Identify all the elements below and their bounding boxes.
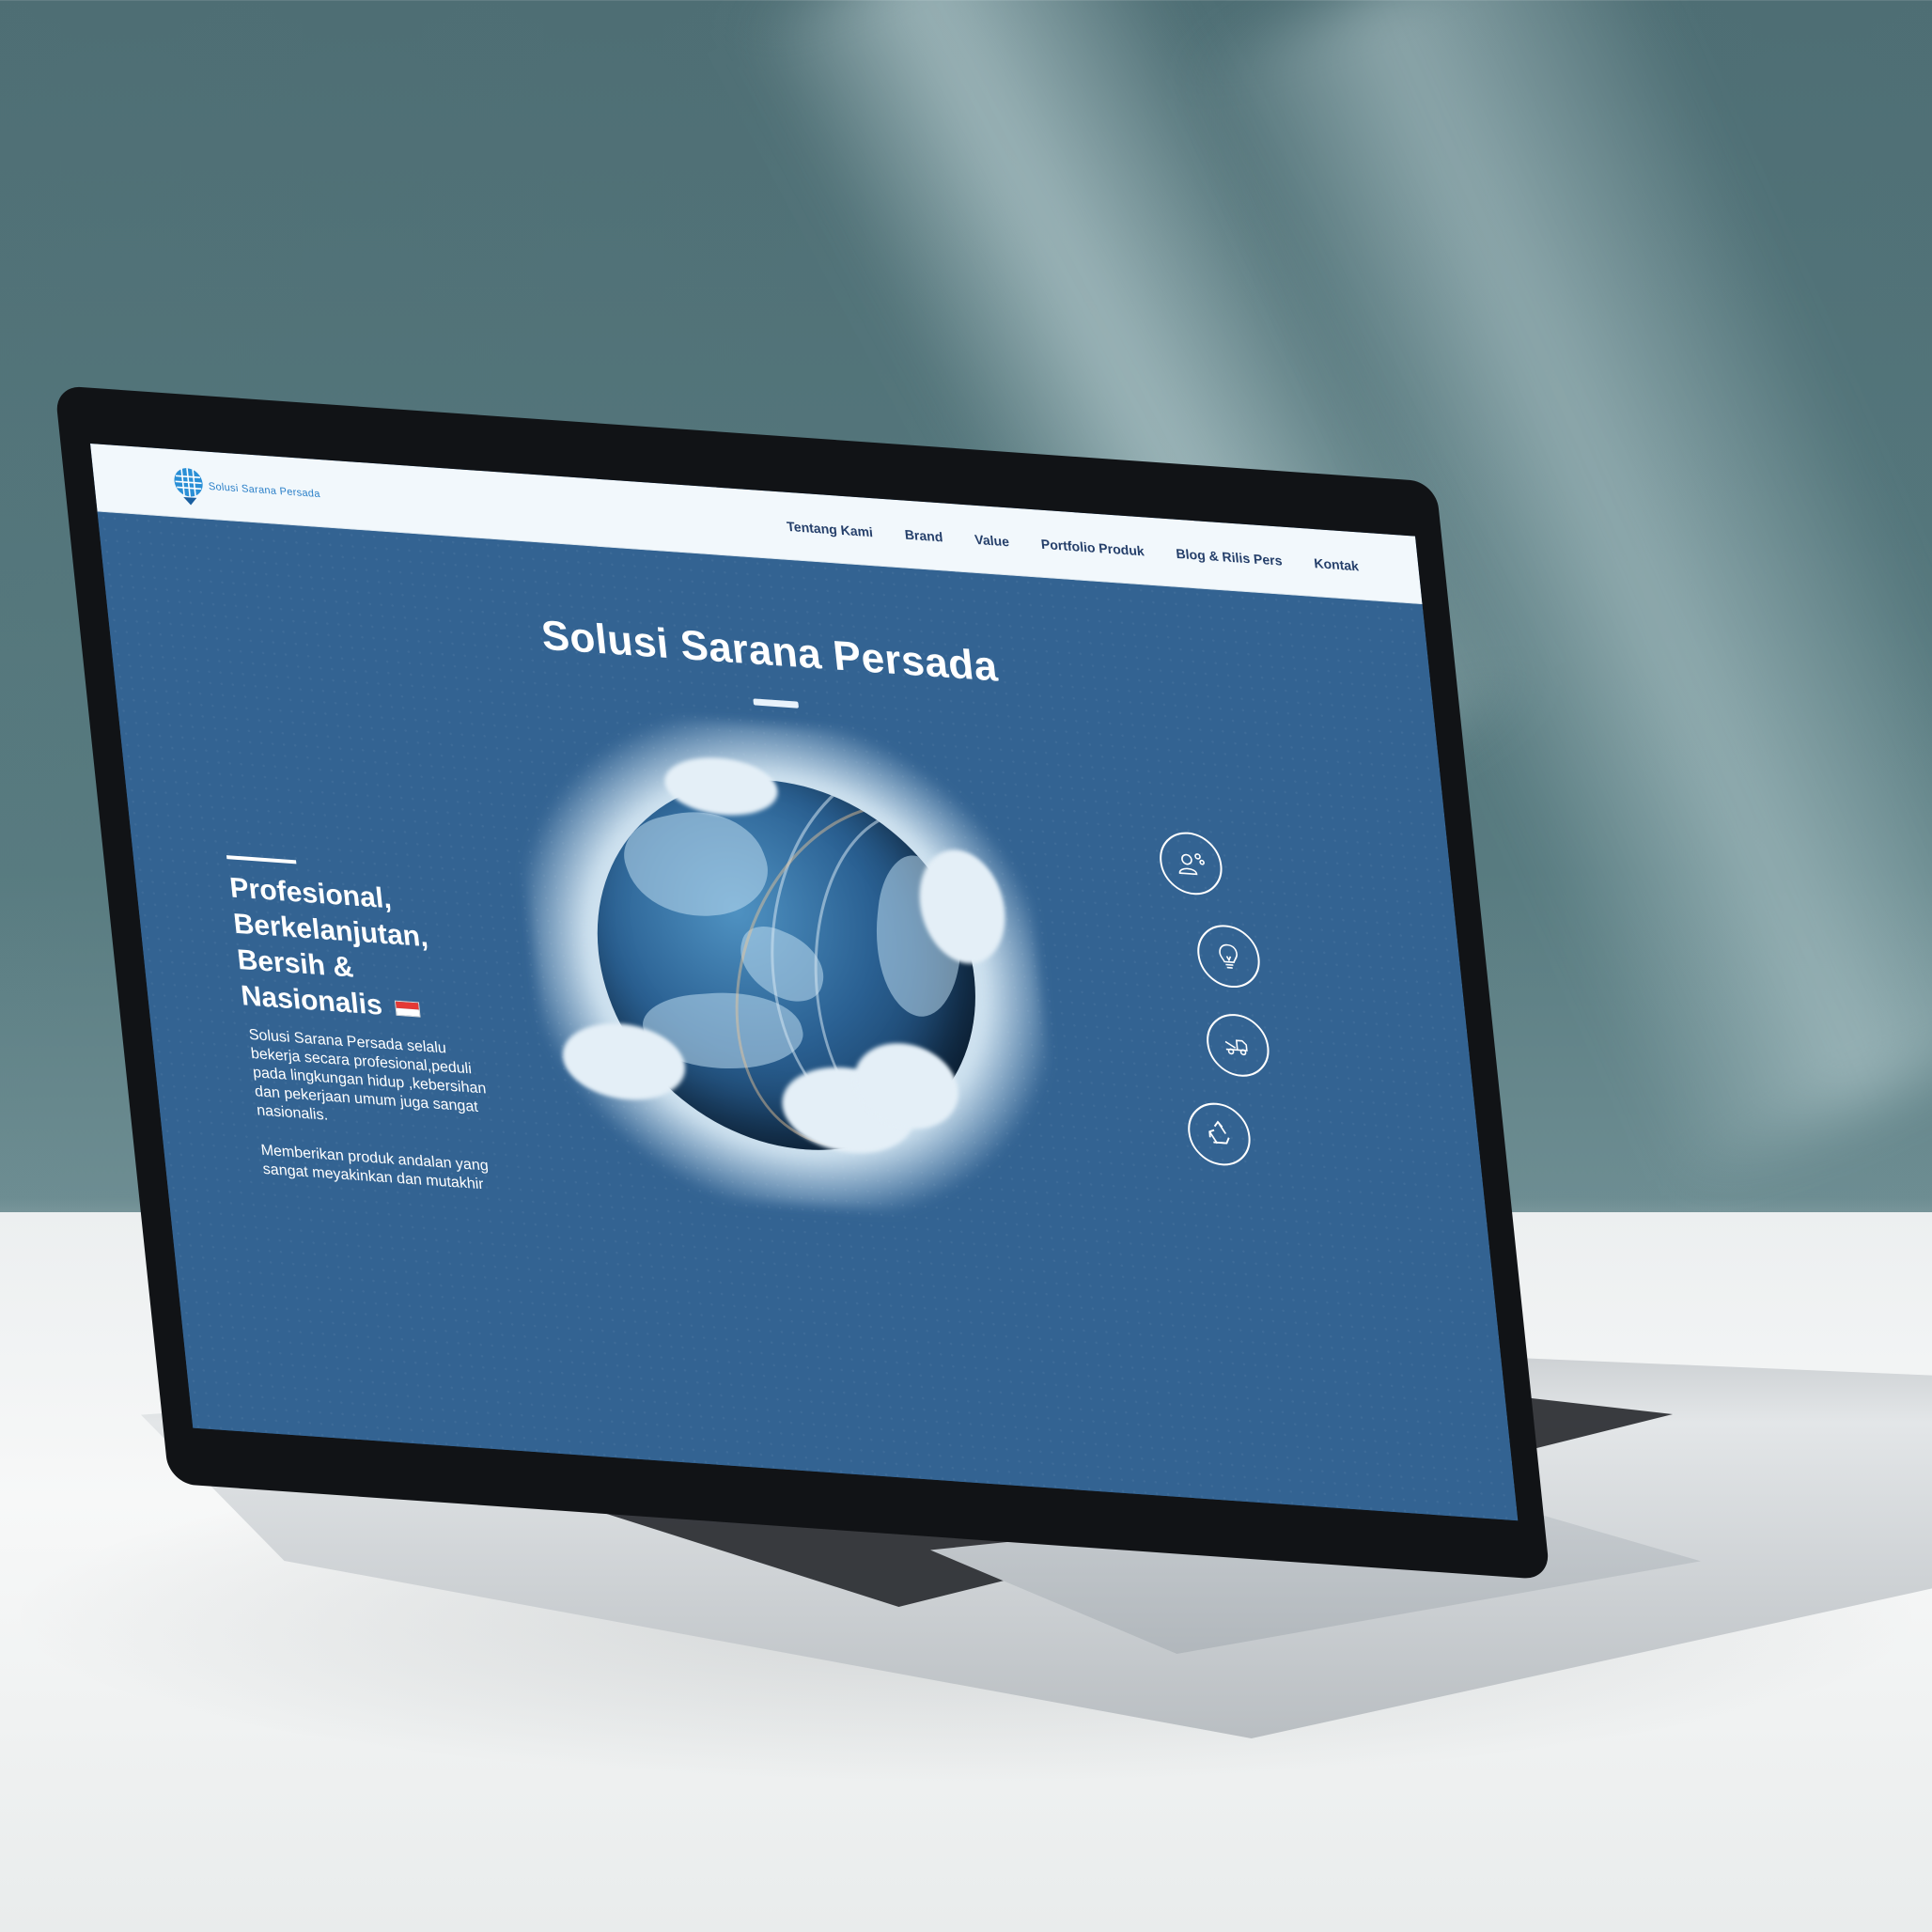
feature-recycle-button[interactable] <box>1184 1100 1254 1168</box>
logo-text: Solusi Sarana Persada <box>208 480 321 501</box>
nav-kontak[interactable]: Kontak <box>1313 555 1359 573</box>
laptop-screen: Solusi Sarana Persada Tentang Kami Brand… <box>90 444 1519 1521</box>
tow-truck-icon <box>1224 1039 1248 1056</box>
feature-worker-button[interactable] <box>1156 830 1225 897</box>
globe-illustration <box>507 706 1066 1224</box>
tagline-accent-line <box>226 855 297 865</box>
nav-brand[interactable]: Brand <box>904 527 943 545</box>
hero-paragraph: Solusi Sarana Persada selalu bekerja sec… <box>248 1026 488 1124</box>
site-logo[interactable]: Solusi Sarana Persada <box>170 462 322 516</box>
hero-paragraph: Memberikan produk andalan yang sangat me… <box>259 1142 490 1193</box>
title-underline <box>753 698 800 709</box>
nav-portfolio-produk[interactable]: Portfolio Produk <box>1040 537 1145 559</box>
nav-blog-rilis-pers[interactable]: Blog & Rilis Pers <box>1176 546 1283 569</box>
tagline-line: Profesional, <box>227 872 394 915</box>
tagline-line: Bersih & <box>235 943 355 984</box>
indonesia-flag-icon <box>395 1000 422 1018</box>
nav-value[interactable]: Value <box>974 532 1009 550</box>
feature-truck-button[interactable] <box>1203 1011 1272 1079</box>
feature-idea-button[interactable] <box>1193 923 1263 990</box>
globe-logo-icon <box>174 468 203 506</box>
worker-ideas-icon <box>1178 853 1205 876</box>
lightbulb-icon <box>1219 943 1238 969</box>
hero-section: Solusi Sarana Persada Profesional, Berke… <box>97 511 1519 1521</box>
tagline-line: Nasionalis <box>239 980 384 1021</box>
nav-tentang-kami[interactable]: Tentang Kami <box>786 519 873 540</box>
tagline-heading: Profesional, Berkelanjutan, Bersih & Nas… <box>228 870 525 1034</box>
recycle-icon <box>1208 1120 1230 1145</box>
